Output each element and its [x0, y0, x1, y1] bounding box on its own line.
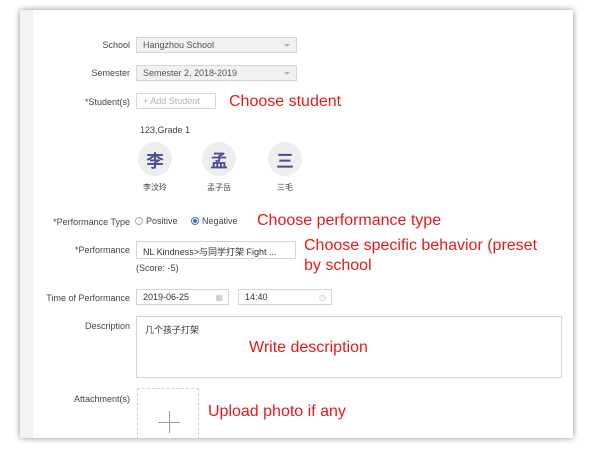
screenshot-frame: School Hangzhou School Semester Semester…	[20, 10, 573, 438]
annotation-write-description: Write description	[249, 339, 368, 356]
performance-select[interactable]: NL Kindness>与同学打架 Fight ...	[136, 241, 296, 259]
student-name: 李汶玲	[143, 183, 167, 192]
student-avatar[interactable]: 三	[268, 142, 302, 176]
clock-icon: ◷	[319, 293, 326, 302]
radio-negative[interactable]: Negative	[191, 216, 238, 226]
attachments-label: Attachment(s)	[73, 394, 130, 404]
chevron-down-icon	[284, 44, 290, 47]
annotation-choose-behavior: Choose specific behavior (preset by scho…	[304, 236, 537, 276]
time-label: Time of Performance	[46, 293, 130, 303]
students-label: *Student(s)	[84, 97, 130, 107]
description-value: 几个孩子打架	[145, 325, 200, 335]
date-value: 2019-06-25	[143, 292, 190, 302]
school-select[interactable]: Hangzhou School	[136, 37, 297, 53]
radio-negative-label: Negative	[202, 216, 238, 226]
student-avatar[interactable]: 孟	[202, 142, 236, 176]
school-label: School	[102, 40, 130, 50]
plus-icon	[169, 411, 170, 433]
radio-positive-label: Positive	[146, 216, 178, 226]
student-name: 孟子岳	[207, 183, 231, 192]
description-label: Description	[84, 321, 130, 331]
performance-label: *Performance	[74, 245, 130, 255]
semester-select[interactable]: Semester 2, 2018-2019	[136, 65, 297, 81]
class-grade-text: 123,Grade 1	[140, 125, 191, 135]
student-name: 三毛	[277, 183, 293, 192]
semester-value: Semester 2, 2018-2019	[143, 68, 238, 78]
annotation-line: Choose specific behavior (preset	[304, 237, 538, 254]
performance-type-label: *Performance Type	[53, 217, 130, 227]
student-avatar[interactable]: 李	[138, 142, 172, 176]
chevron-down-icon	[284, 72, 290, 75]
time-input[interactable]: 14:40 ◷	[238, 289, 332, 305]
semester-label: Semester	[91, 68, 130, 78]
annotation-choose-type: Choose performance type	[257, 212, 442, 229]
radio-circle-icon	[135, 217, 143, 225]
upload-photo-button[interactable]	[137, 388, 199, 438]
calendar-icon: ▦	[215, 293, 223, 302]
radio-positive[interactable]: Positive	[135, 216, 178, 226]
annotation-upload-photo: Upload photo if any	[208, 403, 346, 420]
score-text: (Score: -5)	[136, 263, 179, 273]
annotation-line: by school	[304, 257, 372, 274]
add-student-button[interactable]: + Add Student	[136, 93, 216, 109]
radio-selected-icon	[191, 217, 199, 225]
time-value: 14:40	[245, 292, 268, 302]
annotation-choose-student: Choose student	[229, 93, 342, 110]
performance-form: School Hangzhou School Semester Semester…	[33, 10, 573, 438]
date-input[interactable]: 2019-06-25 ▦	[136, 289, 229, 305]
school-value: Hangzhou School	[143, 40, 215, 50]
